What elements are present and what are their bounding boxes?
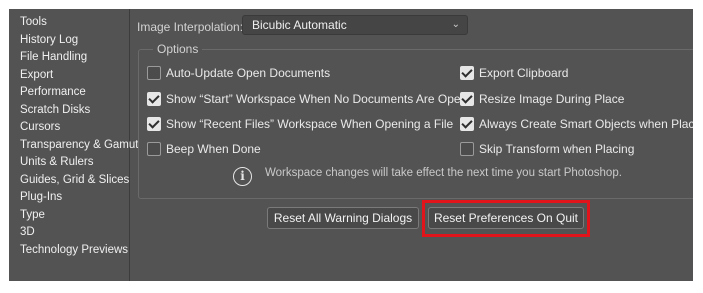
image-interpolation-label: Image Interpolation: bbox=[137, 20, 244, 34]
sidebar-item-export[interactable]: Export bbox=[20, 67, 53, 84]
preferences-panel: Tools History Log File Handling Export P… bbox=[9, 9, 693, 281]
checkbox[interactable] bbox=[460, 117, 474, 131]
sidebar-item-performance[interactable]: Performance bbox=[20, 84, 86, 101]
sidebar-item-technology-previews[interactable]: Technology Previews bbox=[20, 242, 128, 259]
image-interpolation-select[interactable]: Bicubic Automatic ⌄ bbox=[242, 15, 468, 35]
checkbox[interactable] bbox=[147, 117, 161, 131]
option-label: Beep When Done bbox=[166, 142, 261, 156]
checkbox[interactable] bbox=[147, 142, 161, 156]
sidebar-item-history-log[interactable]: History Log bbox=[20, 32, 78, 49]
checkbox[interactable] bbox=[460, 66, 474, 80]
sidebar-item-cursors[interactable]: Cursors bbox=[20, 119, 60, 136]
checkbox[interactable] bbox=[147, 66, 161, 80]
reset-all-warning-dialogs-button[interactable]: Reset All Warning Dialogs bbox=[267, 207, 419, 229]
option-label: Skip Transform when Placing bbox=[479, 142, 635, 156]
info-icon: i bbox=[233, 167, 252, 186]
sidebar-item-units-rulers[interactable]: Units & Rulers bbox=[20, 154, 94, 171]
sidebar-item-file-handling[interactable]: File Handling bbox=[20, 49, 87, 66]
highlight-annotation-box bbox=[422, 200, 590, 237]
sidebar-item-scratch-disks[interactable]: Scratch Disks bbox=[20, 102, 90, 119]
sidebar-item-type[interactable]: Type bbox=[20, 207, 45, 224]
option-label: Resize Image During Place bbox=[479, 92, 625, 106]
sidebar-item-plug-ins[interactable]: Plug-Ins bbox=[20, 189, 62, 206]
checkbox[interactable] bbox=[460, 142, 474, 156]
checkbox[interactable] bbox=[460, 92, 474, 106]
sidebar-item-guides-grid-slices[interactable]: Guides, Grid & Slices bbox=[20, 172, 129, 189]
sidebar-item-transparency-gamut[interactable]: Transparency & Gamut bbox=[20, 137, 138, 154]
option-label: Show “Start” Workspace When No Documents… bbox=[166, 92, 468, 106]
checkbox[interactable] bbox=[147, 92, 161, 106]
option-label: Show “Recent Files” Workspace When Openi… bbox=[166, 117, 454, 131]
sidebar-item-3d[interactable]: 3D bbox=[20, 224, 35, 241]
option-label: Auto-Update Open Documents bbox=[166, 66, 331, 80]
workspace-changes-note: Workspace changes will take effect the n… bbox=[265, 167, 622, 179]
chevron-down-icon: ⌄ bbox=[451, 19, 460, 30]
image-interpolation-value: Bicubic Automatic bbox=[252, 18, 347, 32]
preferences-sidebar: Tools History Log File Handling Export P… bbox=[9, 9, 138, 281]
sidebar-item-tools[interactable]: Tools bbox=[20, 14, 47, 31]
option-label: Export Clipboard bbox=[479, 66, 569, 80]
option-label: Always Create Smart Objects when Placing bbox=[479, 117, 693, 131]
options-group-title: Options bbox=[153, 42, 203, 56]
